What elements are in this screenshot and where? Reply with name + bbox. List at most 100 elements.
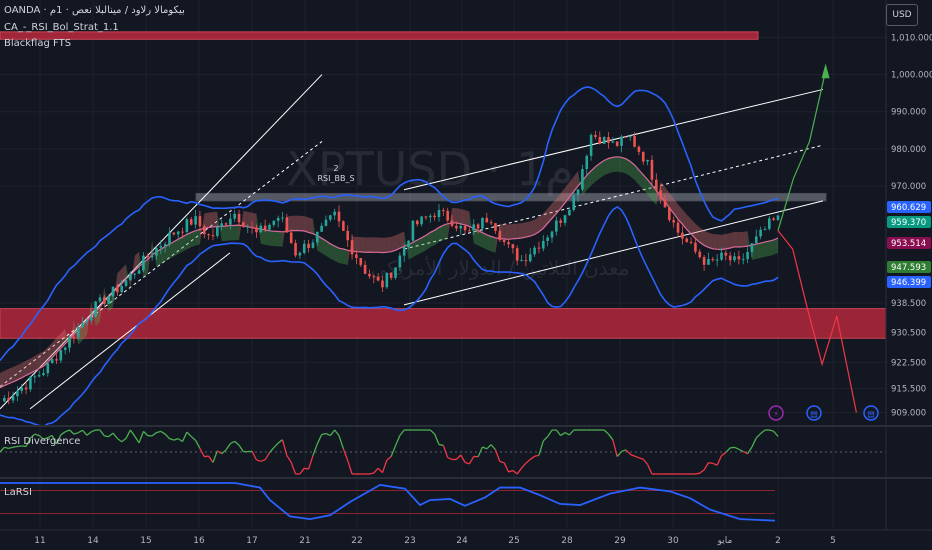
rsi-segment bbox=[695, 472, 700, 475]
rsi-segment bbox=[708, 462, 713, 465]
candle-body bbox=[655, 179, 658, 191]
candle-body bbox=[602, 137, 606, 144]
currency-button[interactable]: USD bbox=[886, 4, 918, 26]
candle-body bbox=[750, 243, 754, 252]
ribbon-segment bbox=[360, 237, 366, 253]
candle-body bbox=[63, 347, 67, 350]
ribbon-segment bbox=[356, 236, 361, 252]
candle-body bbox=[472, 224, 476, 231]
candle-body bbox=[207, 234, 210, 236]
lightning-glyph: ⚡ bbox=[773, 410, 779, 419]
price-tick-label: 1,000.000 bbox=[891, 71, 932, 81]
chart-canvas[interactable]: XPTUSD · 1م معدن البلاتين / الدولار الأمر… bbox=[0, 0, 932, 550]
rsi-divergence-title[interactable]: RSI Divergence bbox=[4, 436, 80, 447]
ribbon-segment bbox=[508, 223, 513, 240]
candle-body bbox=[659, 190, 662, 200]
candle-body bbox=[507, 242, 510, 245]
ribbon-segment bbox=[26, 358, 31, 376]
price-tick-label: 980.000 bbox=[891, 145, 926, 155]
candle-body bbox=[237, 213, 241, 223]
ribbon-segment bbox=[617, 156, 622, 173]
candle-body bbox=[329, 215, 332, 220]
ribbon-segment bbox=[391, 235, 396, 252]
candle-body bbox=[289, 232, 293, 243]
candle-body bbox=[524, 260, 528, 262]
candle-body bbox=[415, 220, 419, 225]
candle-body bbox=[50, 359, 54, 364]
strategy-annotation: 2 bbox=[333, 164, 338, 173]
ribbon-segment bbox=[491, 236, 496, 253]
support-zone bbox=[0, 308, 887, 339]
flag-glyph: ▤ bbox=[867, 410, 875, 419]
candle-body bbox=[159, 246, 163, 248]
ribbon-segment bbox=[512, 223, 518, 239]
ribbon-segment bbox=[4, 368, 9, 386]
ribbon-segment bbox=[604, 158, 609, 176]
candle-body bbox=[694, 242, 697, 252]
watermark-ticker: XPTUSD · 1م bbox=[286, 142, 573, 196]
time-tick-label: 2 bbox=[775, 536, 781, 546]
candle-body bbox=[185, 219, 189, 233]
indicator-rsi-bol-strat[interactable]: CA_-_RSI_Bol_Strat_1.1 bbox=[4, 22, 119, 33]
candle-body bbox=[59, 349, 63, 361]
ribbon-segment bbox=[704, 230, 709, 248]
symbol-title[interactable]: OANDA · بيكومالا رلاود / مينالبلا نعص · … bbox=[4, 5, 185, 16]
candle-body bbox=[394, 267, 397, 278]
larsi-title[interactable]: LaRSI bbox=[4, 487, 32, 498]
ribbon-segment bbox=[208, 212, 213, 228]
watermark-subtitle: معدن البلاتين / الدولار الأمريكي bbox=[370, 256, 629, 281]
candle-body bbox=[168, 232, 171, 245]
indicator-blackflag[interactable]: Blackflag FTS bbox=[4, 38, 71, 49]
candle-body bbox=[116, 286, 119, 293]
ribbon-segment bbox=[369, 237, 374, 253]
candle-body bbox=[611, 141, 615, 143]
candle-body bbox=[146, 255, 150, 258]
ribbon-segment bbox=[738, 231, 744, 247]
candle-body bbox=[728, 255, 732, 261]
candle-body bbox=[446, 210, 449, 221]
candle-body bbox=[737, 256, 741, 260]
candle-body bbox=[720, 252, 723, 260]
candle-body bbox=[55, 359, 58, 361]
candle-body bbox=[733, 256, 736, 261]
candle-body bbox=[468, 230, 471, 232]
ribbon-segment bbox=[365, 237, 370, 253]
rsi-segment bbox=[204, 455, 209, 458]
ribbon-segment bbox=[521, 222, 526, 239]
candle-body bbox=[389, 272, 393, 278]
rsi-segment bbox=[730, 446, 735, 449]
candle-body bbox=[581, 169, 584, 190]
time-tick-label: 17 bbox=[246, 536, 257, 546]
candle-body bbox=[107, 296, 110, 304]
ribbon-segment bbox=[721, 234, 726, 250]
candle-body bbox=[402, 246, 406, 256]
candle-body bbox=[428, 215, 432, 218]
candle-body bbox=[615, 141, 619, 146]
price-badge-label: 960.629 bbox=[891, 203, 926, 213]
axis-background bbox=[886, 0, 932, 550]
ribbon-segment bbox=[234, 225, 240, 241]
candle-body bbox=[555, 220, 558, 232]
candle-body bbox=[189, 219, 193, 225]
price-tick-label: 990.000 bbox=[891, 108, 926, 118]
candle-body bbox=[676, 222, 680, 233]
ribbon-segment bbox=[399, 231, 405, 249]
ribbon-segment bbox=[212, 211, 218, 227]
price-badge-label: 946.399 bbox=[891, 278, 926, 288]
candle-body bbox=[598, 137, 602, 144]
candle-body bbox=[537, 247, 541, 249]
candle-body bbox=[220, 223, 223, 227]
candle-body bbox=[285, 217, 289, 233]
ribbon-segment bbox=[339, 248, 344, 264]
ribbon-segment bbox=[717, 234, 722, 250]
time-tick-label: 23 bbox=[404, 536, 415, 546]
candle-body bbox=[424, 216, 428, 218]
candle-body bbox=[346, 230, 350, 241]
candle-body bbox=[337, 211, 341, 222]
ribbon-segment bbox=[221, 226, 227, 242]
candle-body bbox=[259, 225, 263, 233]
ribbon-segment bbox=[373, 237, 379, 253]
candle-body bbox=[485, 217, 489, 223]
candle-body bbox=[42, 373, 45, 376]
candle-body bbox=[302, 243, 306, 253]
